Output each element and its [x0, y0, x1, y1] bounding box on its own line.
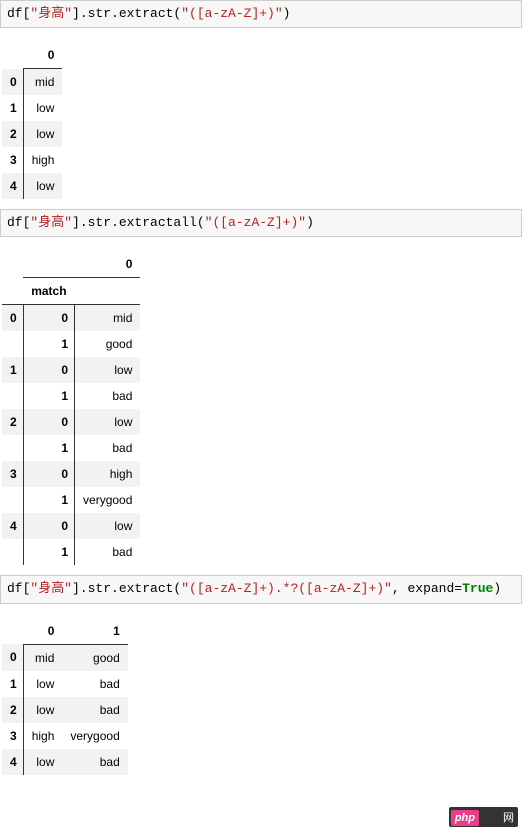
- code-text: ].str.extractall(: [72, 215, 205, 230]
- code-string: "([a-zA-Z]+)": [205, 215, 306, 230]
- cell-value: good: [62, 644, 127, 671]
- col-header: 0: [75, 251, 141, 278]
- cell-value: low: [23, 95, 62, 121]
- row-index-outer: 2: [2, 409, 23, 435]
- code-text: df[: [7, 6, 30, 21]
- row-index-inner: 1: [23, 383, 74, 409]
- code-text: ): [306, 215, 314, 230]
- code-keyword: True: [462, 581, 493, 596]
- result-table-extractall: 0 match 00mid 1good 10low 1bad 20low 1ba…: [2, 251, 140, 565]
- cell-value: low: [23, 671, 62, 697]
- cell-value: verygood: [62, 723, 127, 749]
- cell-value: low: [23, 697, 62, 723]
- cell-value: low: [75, 409, 141, 435]
- row-index: 1: [2, 671, 23, 697]
- cell-value: bad: [62, 671, 127, 697]
- row-index-inner: 1: [23, 487, 74, 513]
- cell-value: bad: [62, 749, 127, 775]
- row-index-inner: 1: [23, 539, 74, 565]
- row-index-outer: [2, 383, 23, 409]
- cell-value: bad: [75, 435, 141, 461]
- row-index-outer: [2, 435, 23, 461]
- row-index: 2: [2, 697, 23, 723]
- row-index-outer: 3: [2, 461, 23, 487]
- row-index-inner: 0: [23, 513, 74, 539]
- col-header: 1: [62, 618, 127, 645]
- output-extractall: 0 match 00mid 1good 10low 1bad 20low 1ba…: [0, 237, 522, 575]
- row-index: 0: [2, 644, 23, 671]
- code-text: df[: [7, 215, 30, 230]
- row-index-inner: 1: [23, 331, 74, 357]
- cell-value: mid: [23, 644, 62, 671]
- code-cell-extract: df["身高"].str.extract("([a-zA-Z]+)"): [0, 0, 522, 28]
- col-header: 0: [23, 42, 62, 69]
- cell-value: mid: [75, 305, 141, 332]
- cell-value: low: [75, 513, 141, 539]
- row-index: 2: [2, 121, 23, 147]
- row-index-outer: 4: [2, 513, 23, 539]
- row-index-outer: [2, 487, 23, 513]
- cell-value: mid: [23, 69, 62, 96]
- result-table-extract: 0 0mid 1low 2low 3high 4low: [2, 42, 62, 199]
- code-text: df[: [7, 581, 30, 596]
- cell-value: high: [75, 461, 141, 487]
- cell-value: low: [23, 749, 62, 775]
- row-index: 4: [2, 173, 23, 199]
- output-extract-expand: 01 0midgood 1lowbad 2lowbad 3highverygoo…: [0, 604, 522, 785]
- code-text: ): [283, 6, 291, 21]
- cell-value: high: [23, 723, 62, 749]
- cell-value: good: [75, 331, 141, 357]
- code-string: "([a-zA-Z]+)": [181, 6, 282, 21]
- cell-value: low: [23, 173, 62, 199]
- row-index-inner: 0: [23, 461, 74, 487]
- php-watermark: php 网: [449, 807, 518, 827]
- code-text: , expand=: [392, 581, 462, 596]
- code-text: ].str.extract(: [72, 6, 181, 21]
- code-cell-extractall: df["身高"].str.extractall("([a-zA-Z]+)"): [0, 209, 522, 237]
- row-index-inner: 0: [23, 409, 74, 435]
- row-index: 3: [2, 147, 23, 173]
- code-text: ].str.extract(: [72, 581, 181, 596]
- row-index-inner: 0: [23, 357, 74, 383]
- row-index-outer: 1: [2, 357, 23, 383]
- cell-value: bad: [75, 539, 141, 565]
- row-index-inner: 0: [23, 305, 74, 332]
- php-logo: php: [451, 810, 479, 826]
- index-name: match: [23, 278, 74, 305]
- row-index-outer: 0: [2, 305, 23, 332]
- cell-value: high: [23, 147, 62, 173]
- code-string: "([a-zA-Z]+).*?([a-zA-Z]+)": [181, 581, 392, 596]
- col-header: 0: [23, 618, 62, 645]
- cell-value: bad: [62, 697, 127, 723]
- row-index-outer: [2, 331, 23, 357]
- cell-value: verygood: [75, 487, 141, 513]
- code-string: "身高": [30, 215, 72, 230]
- code-string: "身高": [30, 581, 72, 596]
- cell-value: low: [75, 357, 141, 383]
- result-table-extract-expand: 01 0midgood 1lowbad 2lowbad 3highverygoo…: [2, 618, 128, 775]
- row-index: 3: [2, 723, 23, 749]
- code-cell-extract-expand: df["身高"].str.extract("([a-zA-Z]+).*?([a-…: [0, 575, 522, 603]
- code-text: ): [493, 581, 501, 596]
- code-string: "身高": [30, 6, 72, 21]
- row-index: 0: [2, 69, 23, 96]
- row-index-outer: [2, 539, 23, 565]
- row-index: 4: [2, 749, 23, 775]
- row-index-inner: 1: [23, 435, 74, 461]
- cell-value: bad: [75, 383, 141, 409]
- output-extract: 0 0mid 1low 2low 3high 4low: [0, 28, 522, 209]
- watermark-text: 网: [481, 812, 514, 824]
- row-index: 1: [2, 95, 23, 121]
- cell-value: low: [23, 121, 62, 147]
